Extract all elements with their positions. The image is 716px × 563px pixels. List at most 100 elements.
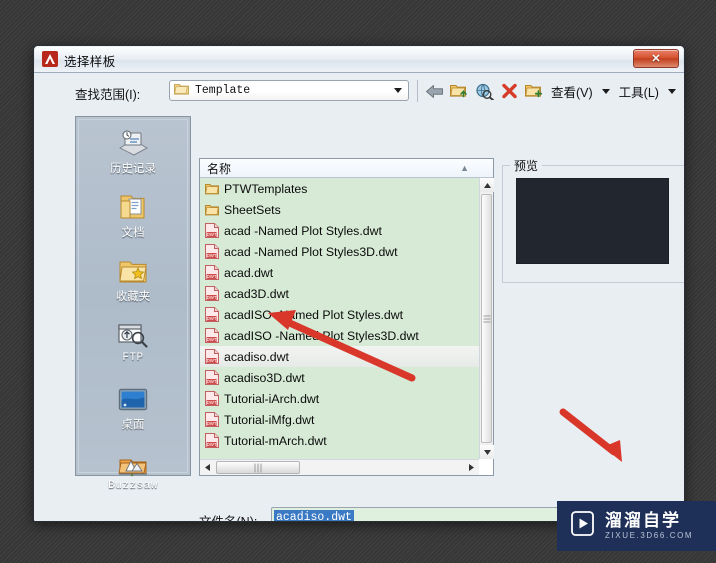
place-item-label: 历史记录 xyxy=(110,163,156,175)
place-item-label: Buzzsaw xyxy=(108,480,158,492)
favorites-folder-icon xyxy=(118,255,148,285)
places-bar: 历史记录 文档 收藏夹 FTP 桌面 Buzzsaw xyxy=(75,116,191,492)
file-dialog-toolbar: 查看(V) 工具(L) xyxy=(415,78,679,104)
place-item-history[interactable]: 历史记录 xyxy=(76,127,190,181)
horizontal-scroll-thumb[interactable] xyxy=(216,461,300,474)
file-list-item[interactable]: DWT acad3D.dwt xyxy=(200,283,479,304)
select-template-dialog: 选择样板 ✕ 查找范围(I): Template 查看(V) 工具(L) 历史记… xyxy=(33,45,685,522)
filename-input[interactable]: acadiso.dwt xyxy=(271,507,601,521)
preview-image xyxy=(516,178,669,264)
folder-icon xyxy=(205,183,219,195)
tools-dropdown-arrow[interactable] xyxy=(665,81,679,101)
file-list-item[interactable]: DWT acad -Named Plot Styles3D.dwt xyxy=(200,241,479,262)
dwt-file-icon: DWT xyxy=(205,349,219,364)
file-list-item-label: acad.dwt xyxy=(224,265,274,280)
file-list-item[interactable]: DWT acadiso.dwt xyxy=(200,346,479,367)
look-in-value: Template xyxy=(195,84,251,97)
new-folder-icon[interactable] xyxy=(524,81,545,102)
look-in-dropdown-arrow[interactable] xyxy=(390,83,406,98)
svg-text:DWT: DWT xyxy=(207,232,217,237)
svg-text:DWT: DWT xyxy=(207,358,217,363)
place-item-documents[interactable]: 文档 xyxy=(76,191,190,245)
svg-text:DWT: DWT xyxy=(207,379,217,384)
watermark-title: 溜溜自学 xyxy=(605,511,681,530)
column-header-label: 名称 xyxy=(207,161,232,176)
view-menu-button[interactable]: 查看(V) xyxy=(549,82,595,101)
ftp-icon xyxy=(117,319,149,349)
desktop-icon xyxy=(118,383,148,413)
file-list-horizontal-scrollbar[interactable] xyxy=(200,459,479,475)
place-item-favorites[interactable]: 收藏夹 xyxy=(76,255,190,309)
file-list-item-label: acadiso3D.dwt xyxy=(224,370,305,385)
file-list-item[interactable]: DWT acadISO -Named Plot Styles.dwt xyxy=(200,304,479,325)
file-list-item-label: Tutorial-iArch.dwt xyxy=(224,391,320,406)
dwt-file-icon: DWT xyxy=(205,391,219,406)
scroll-left-button[interactable] xyxy=(200,460,215,475)
file-list-item[interactable]: DWT acadiso3D.dwt xyxy=(200,367,479,388)
folder-icon xyxy=(205,204,219,216)
vertical-scroll-thumb[interactable] xyxy=(481,194,492,443)
dialog-title: 选择样板 xyxy=(64,55,116,69)
titlebar-gloss xyxy=(35,47,683,72)
file-list-item[interactable]: PTWTemplates xyxy=(200,178,479,199)
dwt-file-icon: DWT xyxy=(205,223,219,238)
place-item-ftp[interactable]: FTP xyxy=(76,319,190,373)
place-item-desktop[interactable]: 桌面 xyxy=(76,383,190,437)
column-header-name[interactable]: 名称 ▲ xyxy=(200,159,493,178)
back-arrow-icon[interactable] xyxy=(424,81,445,102)
preview-group: 预览 xyxy=(502,157,684,283)
documents-folder-icon xyxy=(118,191,148,221)
search-web-icon[interactable] xyxy=(474,81,495,102)
scroll-up-button[interactable] xyxy=(480,178,494,192)
place-item-label: 收藏夹 xyxy=(115,291,151,303)
view-dropdown-arrow[interactable] xyxy=(599,81,613,101)
svg-text:DWT: DWT xyxy=(207,421,217,426)
file-list-item[interactable]: DWT acadISO -Named Plot Styles3D.dwt xyxy=(200,325,479,346)
file-list-item-label: SheetSets xyxy=(224,202,281,217)
scroll-grip-icon xyxy=(253,463,264,472)
file-list-item-label: Tutorial-mArch.dwt xyxy=(224,433,327,448)
dwt-file-icon: DWT xyxy=(205,265,219,280)
dwt-file-icon: DWT xyxy=(205,412,219,427)
svg-text:DWT: DWT xyxy=(207,274,217,279)
look-in-combobox[interactable]: Template xyxy=(169,80,409,101)
file-list-item[interactable]: DWT acad -Named Plot Styles.dwt xyxy=(200,220,479,241)
file-list-item-label: acadISO -Named Plot Styles.dwt xyxy=(224,307,404,322)
place-item-label: 桌面 xyxy=(121,419,145,431)
filename-label: 文件名(N): xyxy=(199,515,258,522)
file-list-vertical-scrollbar[interactable] xyxy=(479,178,494,459)
file-list-item[interactable]: DWT Tutorial-iMfg.dwt xyxy=(200,409,479,430)
delete-icon[interactable] xyxy=(499,81,520,102)
scroll-grip-icon xyxy=(483,313,490,324)
svg-text:DWT: DWT xyxy=(207,442,217,447)
file-list-item-label: PTWTemplates xyxy=(224,181,308,196)
scroll-right-button[interactable] xyxy=(464,460,479,475)
scroll-down-button[interactable] xyxy=(480,445,494,459)
file-list-item[interactable]: DWT Tutorial-iArch.dwt xyxy=(200,388,479,409)
file-list[interactable]: PTWTemplates SheetSets DWT acad -Named Plot… xyxy=(200,178,479,459)
file-list-item-label: acad -Named Plot Styles.dwt xyxy=(224,223,382,238)
sort-ascending-icon: ▲ xyxy=(460,163,469,173)
file-list-item[interactable]: DWT Tutorial-mArch.dwt xyxy=(200,430,479,451)
play-circle-icon xyxy=(569,510,596,542)
svg-text:DWT: DWT xyxy=(207,400,217,405)
dwt-file-icon: DWT xyxy=(205,370,219,385)
up-folder-icon[interactable] xyxy=(449,81,470,102)
svg-text:DWT: DWT xyxy=(207,295,217,300)
place-item-label: FTP xyxy=(122,352,144,364)
file-list-item[interactable]: SheetSets xyxy=(200,199,479,220)
file-list-item-label: acad3D.dwt xyxy=(224,286,289,301)
tools-menu-button[interactable]: 工具(L) xyxy=(617,82,661,101)
watermark: 溜溜自学 ZIXUE.3D66.COM xyxy=(557,501,716,551)
dwt-file-icon: DWT xyxy=(205,307,219,322)
file-list-item-label: acad -Named Plot Styles3D.dwt xyxy=(224,244,398,259)
file-list-item[interactable]: DWT acad.dwt xyxy=(200,262,479,283)
dwt-file-icon: DWT xyxy=(205,433,219,448)
place-item-buzzsaw[interactable]: Buzzsaw xyxy=(76,447,190,501)
file-list-item-label: acadISO -Named Plot Styles3D.dwt xyxy=(224,328,419,343)
look-in-label: 查找范围(I): xyxy=(75,88,141,102)
watermark-subtitle: ZIXUE.3D66.COM xyxy=(605,531,694,540)
dwt-file-icon: DWT xyxy=(205,244,219,259)
place-item-label: 文档 xyxy=(121,227,145,239)
close-button[interactable]: ✕ xyxy=(633,49,679,68)
